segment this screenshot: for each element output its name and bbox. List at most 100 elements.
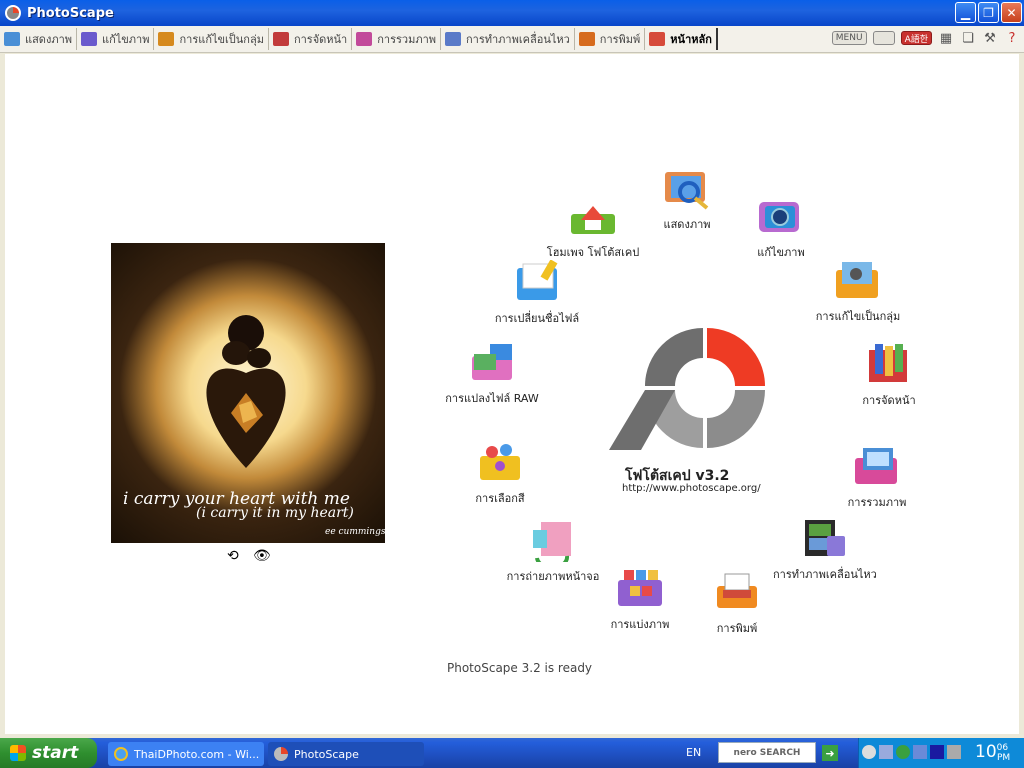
viewer-icon <box>665 172 709 210</box>
viewer-tab-icon <box>4 32 20 46</box>
tab-print[interactable]: การพิมพ์ <box>575 28 646 50</box>
restore-button[interactable]: ❐ <box>978 2 999 23</box>
tab-label: การจัดหน้า <box>293 33 348 46</box>
tab-label: หน้าหลัก <box>670 33 712 46</box>
clock-ampm: PM <box>997 753 1011 763</box>
taskbar-item-label: PhotoScape <box>294 747 359 761</box>
minimize-button[interactable]: ▁ <box>955 2 976 23</box>
menu-label: การจัดหน้า <box>862 394 916 407</box>
tab-animated-gif[interactable]: การทำภาพเคลื่อนไหว <box>441 28 575 50</box>
close-button[interactable]: ✕ <box>1001 2 1022 23</box>
print-menu-item[interactable]: การพิมพ์ <box>707 570 767 637</box>
editor-menu-item[interactable]: แก้ไขภาพ <box>751 194 811 261</box>
menu-label: แสดงภาพ <box>663 218 711 231</box>
tab-label: การรวมภาพ <box>377 33 436 46</box>
start-label: start <box>32 743 79 763</box>
tab-label: การพิมพ์ <box>599 33 641 46</box>
menu-label: การแบ่งภาพ <box>610 618 670 631</box>
combine-tab-icon <box>356 32 373 46</box>
screen-capture-menu-item[interactable]: การถ่ายภาพหน้าจอ <box>503 518 603 585</box>
home-panel: i carry your heart with me (i carry it i… <box>5 54 1019 734</box>
help-icon[interactable]: ? <box>1004 30 1020 46</box>
color-palette-icon <box>480 444 520 480</box>
language-button[interactable]: A語한 <box>900 31 932 45</box>
taskbar-item-label: ThaiDPhoto.com - Wi... <box>134 747 260 761</box>
network-icon[interactable] <box>879 745 893 759</box>
status-text: PhotoScape 3.2 is ready <box>447 661 593 675</box>
printer-tray-icon[interactable] <box>947 745 961 759</box>
rename-icon <box>517 259 558 300</box>
tab-label: แก้ไขภาพ <box>102 33 150 46</box>
back-arrow-icon[interactable] <box>862 745 876 759</box>
start-button[interactable]: start <box>0 738 97 768</box>
film-icon[interactable]: ▦ <box>938 30 954 46</box>
tools-icon[interactable]: ⚒ <box>982 30 998 46</box>
gif-tab-icon <box>445 32 461 46</box>
security-icon[interactable] <box>896 745 910 759</box>
taskbar-item-photoscape[interactable]: PhotoScape <box>268 742 424 766</box>
language-indicator[interactable]: EN <box>686 746 701 759</box>
clock-hour: 10 <box>975 742 997 762</box>
page-menu-item[interactable]: การจัดหน้า <box>859 342 919 409</box>
menu-label: การถ่ายภาพหน้าจอ <box>506 570 600 583</box>
tab-page[interactable]: การจัดหน้า <box>269 28 353 50</box>
tab-home[interactable]: หน้าหลัก <box>645 28 718 50</box>
tab-bar: แสดงภาพ แก้ไขภาพ การแก้ไขเป็นกลุ่ม การจั… <box>0 26 1024 53</box>
screen-capture-icon <box>533 522 571 570</box>
window-icon[interactable]: ❏ <box>960 30 976 46</box>
raw-converter-menu-item[interactable]: การแปลงไฟล์ RAW <box>441 340 543 407</box>
splitter-icon <box>618 570 662 606</box>
batch-menu-item[interactable]: การแก้ไขเป็นกลุ่ม <box>813 258 903 325</box>
menu-label: การเปลี่ยนชื่อไฟล์ <box>494 312 580 325</box>
refresh-photo-icon[interactable]: ⟲ <box>227 548 239 564</box>
page-tab-icon <box>272 32 289 46</box>
tab-editor[interactable]: แก้ไขภาพ <box>77 28 155 50</box>
window-title: PhotoScape <box>27 5 114 21</box>
menu-label: การรวมภาพ <box>847 496 907 509</box>
print-tab-icon <box>578 32 595 46</box>
go-arrow-icon[interactable]: ➜ <box>822 745 838 761</box>
combine-menu-item[interactable]: การรวมภาพ <box>845 444 909 511</box>
tab-combine[interactable]: การรวมภาพ <box>352 28 441 50</box>
eye-icon[interactable]: 👁 <box>253 548 271 564</box>
menu-button[interactable]: MENU <box>831 31 867 45</box>
nero-search-box[interactable]: nero SEARCH <box>718 742 816 763</box>
taskbar-item-browser[interactable]: ThaiDPhoto.com - Wi... <box>108 742 264 766</box>
menu-label: การทำภาพเคลื่อนไหว <box>773 568 877 581</box>
tab-batch-editor[interactable]: การแก้ไขเป็นกลุ่ม <box>154 28 269 50</box>
gif-menu-item[interactable]: การทำภาพเคลื่อนไหว <box>773 516 877 583</box>
rename-menu-item[interactable]: การเปลี่ยนชื่อไฟล์ <box>479 259 595 327</box>
monitor-icon[interactable] <box>913 745 927 759</box>
homepage-menu-item[interactable]: โฮมเพจ โฟโต้สเคป <box>545 194 641 261</box>
page-layout-icon <box>869 344 907 382</box>
blank-button[interactable] <box>872 31 895 45</box>
viewer-menu-item[interactable]: แสดงภาพ <box>657 166 717 233</box>
title-bar: PhotoScape ▁ ❐ ✕ <box>0 0 1024 26</box>
home-tab-icon <box>649 32 666 46</box>
combine-icon <box>855 448 897 484</box>
tab-viewer[interactable]: แสดงภาพ <box>0 28 77 50</box>
media-player-icon[interactable] <box>930 745 944 759</box>
menu-label: การพิมพ์ <box>716 622 758 635</box>
menu-label: การเลือกสี <box>475 492 525 505</box>
camera-icon <box>759 202 799 232</box>
photoscape-logo <box>609 328 765 450</box>
raw-converter-icon <box>472 344 512 380</box>
windows-logo-icon <box>10 745 26 761</box>
featured-photo: i carry your heart with me (i carry it i… <box>111 243 385 543</box>
menu-label: โฮมเพจ โฟโต้สเคป <box>546 246 640 259</box>
menu-label: การแปลงไฟล์ RAW <box>445 392 539 405</box>
menu-label: แก้ไขภาพ <box>757 246 805 259</box>
printer-icon <box>717 573 757 608</box>
house-icon <box>571 206 615 234</box>
ie-icon <box>114 747 128 761</box>
homepage-link[interactable]: http://www.photoscape.org/ <box>622 483 761 494</box>
splitter-menu-item[interactable]: การแบ่งภาพ <box>605 566 675 633</box>
color-picker-menu-item[interactable]: การเลือกสี <box>467 440 533 507</box>
clock-minutes: 06 <box>996 743 1009 753</box>
photo-caption-line2: (i carry it in my heart) <box>196 505 354 521</box>
menu-label: การแก้ไขเป็นกลุ่ม <box>815 310 901 323</box>
tab-label: แสดงภาพ <box>25 33 72 46</box>
heart-pendant-image <box>206 315 286 468</box>
editor-tab-icon <box>81 32 97 46</box>
